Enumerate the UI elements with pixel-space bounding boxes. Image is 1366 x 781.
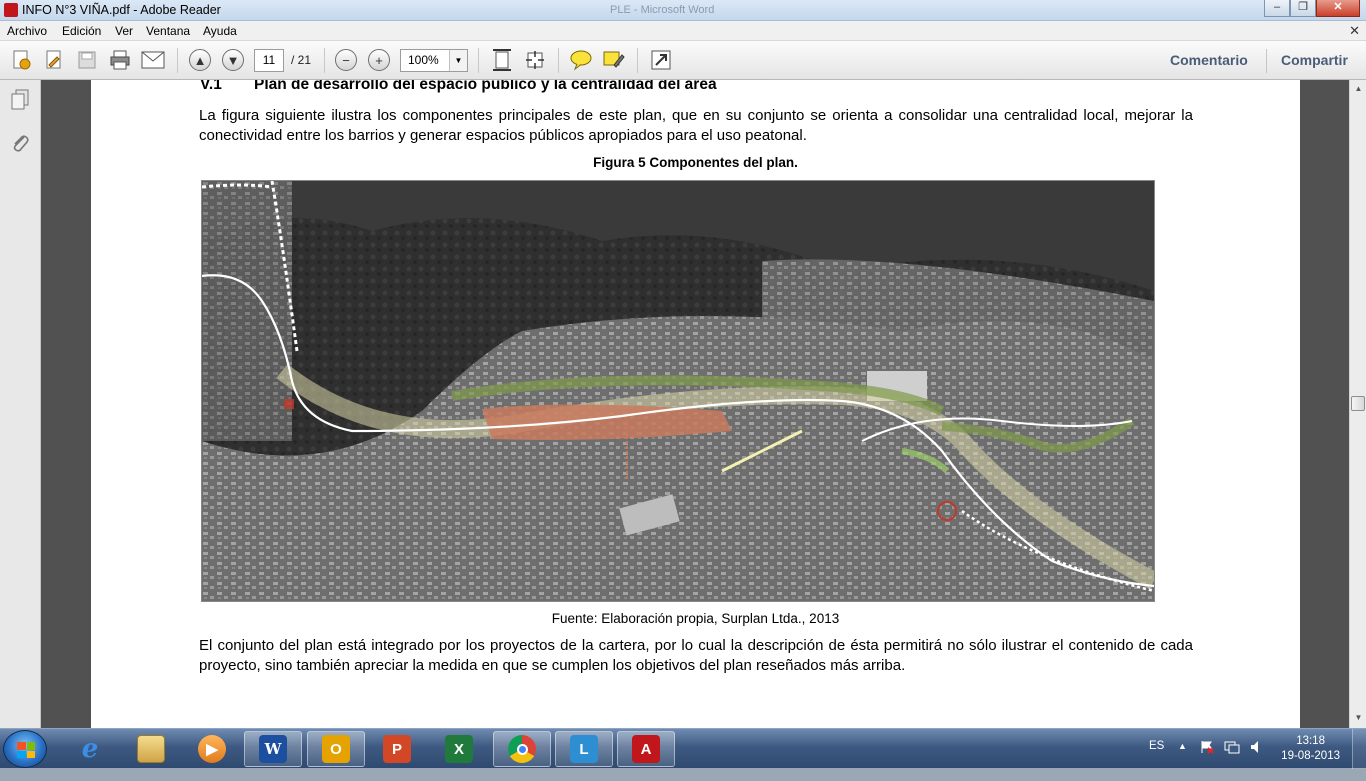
navigation-pane: [0, 80, 41, 728]
share-link[interactable]: Compartir: [1281, 52, 1348, 68]
show-desktop-button[interactable]: [1352, 729, 1366, 769]
minimize-button[interactable]: ‒: [1264, 0, 1290, 17]
section-title: Plan de desarrollo del espacio público y…: [254, 80, 717, 93]
scroll-up-arrow[interactable]: ▲: [1352, 82, 1365, 96]
pdf-page: V.1 Plan de desarrollo del espacio públi…: [91, 80, 1300, 728]
maximize-button[interactable]: ❐: [1290, 0, 1316, 17]
background-window-title: PLE - Microsoft Word: [610, 4, 715, 16]
powerpoint-icon: P: [383, 735, 411, 763]
taskbar-internet-explorer[interactable]: e: [61, 731, 119, 767]
folder-icon: [137, 735, 165, 763]
paragraph-conclusion: El conjunto del plan está integrado por …: [199, 637, 1193, 674]
fit-width-icon[interactable]: [522, 48, 548, 72]
title-bar: INFO N°3 VIÑA.pdf - Adobe Reader PLE - M…: [0, 0, 1366, 21]
print-icon[interactable]: [107, 48, 133, 72]
chrome-icon: [508, 735, 536, 763]
toolbar: ▲ ▼ 11 / 21 − + 100% ▼ Comentario Compar…: [0, 41, 1366, 80]
adobe-reader-taskbar-icon: A: [632, 735, 660, 763]
section-number: V.1: [200, 80, 222, 93]
sticky-note-icon[interactable]: [568, 48, 594, 72]
taskbar-media-player[interactable]: ▶: [183, 731, 241, 767]
taskbar-chrome[interactable]: [493, 731, 551, 767]
taskbar-adobe-reader[interactable]: A: [617, 731, 675, 767]
menu-bar: Archivo Edición Ver Ventana Ayuda ✕: [0, 21, 1366, 41]
menu-edicion[interactable]: Edición: [62, 24, 101, 38]
language-indicator[interactable]: ES: [1149, 740, 1164, 780]
plus-icon: +: [368, 49, 390, 71]
network-icon[interactable]: [1224, 740, 1240, 780]
taskbar-file-explorer[interactable]: [122, 731, 180, 767]
arrow-down-icon: ▼: [222, 49, 244, 71]
internet-explorer-icon: e: [81, 734, 99, 764]
menu-ayuda[interactable]: Ayuda: [203, 24, 237, 38]
create-pdf-icon[interactable]: [8, 48, 34, 72]
action-center-flag-icon[interactable]: [1200, 740, 1214, 780]
taskbar-powerpoint[interactable]: P: [368, 731, 426, 767]
comment-link[interactable]: Comentario: [1170, 52, 1248, 68]
taskbar-excel[interactable]: X: [430, 731, 488, 767]
lync-icon: L: [570, 735, 598, 763]
edit-pdf-icon[interactable]: [41, 48, 67, 72]
close-button[interactable]: ✕: [1316, 0, 1360, 17]
volume-icon[interactable]: [1250, 740, 1264, 780]
close-document-icon[interactable]: ✕: [1349, 23, 1360, 39]
zoom-out-button[interactable]: −: [333, 48, 359, 72]
zoom-select[interactable]: 100% ▼: [400, 49, 468, 72]
pages-panel-icon[interactable]: [9, 89, 31, 111]
clock-date: 19-08-2013: [1281, 750, 1340, 762]
page-number-input[interactable]: 11: [254, 49, 284, 72]
document-viewer[interactable]: V.1 Plan de desarrollo del espacio públi…: [41, 80, 1349, 728]
adobe-reader-icon: [4, 3, 18, 17]
scroll-thumb[interactable]: [1351, 396, 1365, 411]
save-icon[interactable]: [74, 48, 100, 72]
next-page-button[interactable]: ▼: [220, 48, 246, 72]
taskbar-lync[interactable]: L: [555, 731, 613, 767]
page-total: / 21: [291, 53, 312, 67]
aerial-plan-figure: [201, 180, 1155, 602]
menu-archivo[interactable]: Archivo: [7, 24, 47, 38]
email-icon[interactable]: [140, 48, 166, 72]
excel-icon: X: [445, 735, 473, 763]
system-clock[interactable]: 13:18 19-08-2013: [1281, 734, 1340, 764]
fit-page-icon[interactable]: [489, 48, 515, 72]
figure-source: Fuente: Elaboración propia, Surplan Ltda…: [551, 611, 840, 626]
start-button[interactable]: [3, 730, 47, 768]
taskbar-word[interactable]: W: [244, 731, 302, 767]
paragraph-intro: La figura siguiente ilustra los componen…: [199, 107, 1193, 144]
media-player-icon: ▶: [198, 735, 226, 763]
menu-ver[interactable]: Ver: [115, 24, 133, 38]
taskbar-outlook[interactable]: O: [307, 731, 365, 767]
previous-page-button[interactable]: ▲: [187, 48, 213, 72]
show-hidden-icons-icon[interactable]: ▲: [1178, 741, 1187, 781]
scroll-down-arrow[interactable]: ▼: [1352, 711, 1365, 725]
menu-ventana[interactable]: Ventana: [146, 24, 190, 38]
attachments-icon[interactable]: [9, 132, 31, 154]
figure-title: Figura 5 Componentes del plan.: [593, 155, 798, 170]
arrow-up-icon: ▲: [189, 49, 211, 71]
zoom-in-button[interactable]: +: [366, 48, 392, 72]
zoom-value: 100%: [408, 53, 439, 67]
window-title: INFO N°3 VIÑA.pdf - Adobe Reader: [22, 3, 221, 17]
windows-logo-icon: [17, 742, 35, 758]
outlook-icon: O: [322, 735, 350, 763]
expand-icon[interactable]: [648, 48, 674, 72]
chevron-down-icon[interactable]: ▼: [449, 50, 467, 71]
minus-icon: −: [335, 49, 357, 71]
highlight-icon[interactable]: [601, 48, 627, 72]
clock-time: 13:18: [1296, 735, 1325, 747]
vertical-scrollbar[interactable]: ▲ ▼: [1349, 80, 1366, 728]
taskbar: e ▶ W O P X L A ES ▲ 13:18 19-08-2013: [0, 728, 1366, 769]
word-icon: W: [259, 735, 287, 763]
